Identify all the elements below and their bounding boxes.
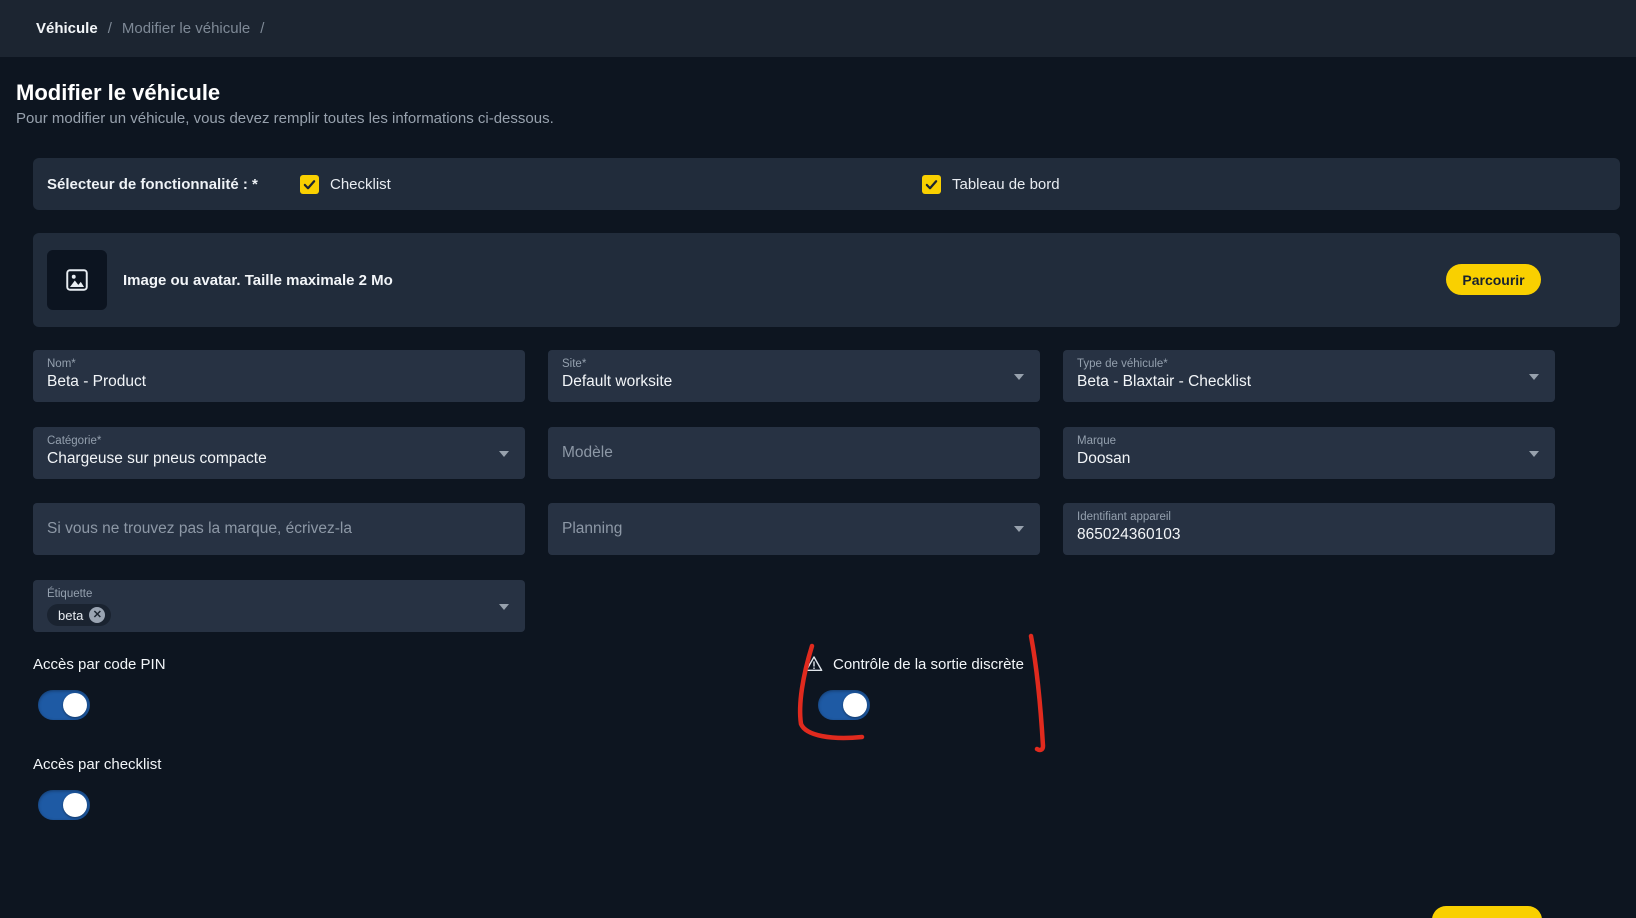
tag-select[interactable]: Étiquette beta ✕: [33, 580, 525, 632]
category-select[interactable]: Catégorie* Chargeuse sur pneus compacte: [33, 427, 525, 479]
submit-button-partial[interactable]: [1432, 906, 1542, 918]
custom-brand-placeholder: Si vous ne trouvez pas la marque, écrive…: [47, 520, 352, 538]
checkbox-tableau-de-bord[interactable]: Tableau de bord: [922, 158, 1060, 210]
chevron-down-icon: [1014, 374, 1024, 380]
pin-access-toggle[interactable]: [38, 690, 90, 720]
checkbox-checked-icon: [300, 175, 319, 194]
breadcrumb-modifier-vehicule[interactable]: Modifier le véhicule: [122, 20, 250, 37]
chevron-down-icon: [1529, 374, 1539, 380]
custom-brand-input[interactable]: Si vous ne trouvez pas la marque, écrive…: [33, 503, 525, 555]
breadcrumb-separator: /: [260, 20, 264, 37]
category-label: Catégorie*: [47, 435, 511, 447]
checkbox-checklist[interactable]: Checklist: [300, 158, 391, 210]
device-id-value: 865024360103: [1077, 526, 1541, 544]
feature-selector-label: Sélecteur de fonctionnalité : *: [47, 158, 258, 210]
chevron-down-icon: [1529, 451, 1539, 457]
model-placeholder: Modèle: [562, 444, 613, 462]
breadcrumb: Véhicule / Modifier le véhicule /: [36, 20, 264, 37]
page-title: Modifier le véhicule: [16, 80, 220, 106]
edit-vehicle-screen: Véhicule / Modifier le véhicule / Modifi…: [0, 0, 1636, 918]
category-value: Chargeuse sur pneus compacte: [47, 450, 511, 468]
discrete-output-toggle[interactable]: [818, 690, 870, 720]
feature-selector-panel: Sélecteur de fonctionnalité : * Checklis…: [33, 158, 1620, 210]
page-subtitle: Pour modifier un véhicule, vous devez re…: [16, 110, 554, 127]
checklist-access-toggle[interactable]: [38, 790, 90, 820]
planning-select[interactable]: Planning: [548, 503, 1040, 555]
checkbox-checklist-label: Checklist: [330, 176, 391, 193]
brand-value: Doosan: [1077, 450, 1541, 468]
chip-remove-icon[interactable]: ✕: [89, 607, 105, 623]
name-field-label: Nom*: [47, 358, 511, 370]
breadcrumb-vehicule[interactable]: Véhicule: [36, 20, 98, 37]
device-id-label: Identifiant appareil: [1077, 511, 1541, 523]
brand-select[interactable]: Marque Doosan: [1063, 427, 1555, 479]
tag-chip-text: beta: [58, 608, 83, 623]
pin-access-label: Accès par code PIN: [33, 656, 166, 673]
site-select-label: Site*: [562, 358, 1026, 370]
upload-instructions: Image ou avatar. Taille maximale 2 Mo: [123, 233, 393, 327]
site-select-value: Default worksite: [562, 373, 1026, 391]
topbar: Véhicule / Modifier le véhicule /: [0, 0, 1636, 57]
checklist-access-label: Accès par checklist: [33, 756, 161, 773]
chevron-down-icon: [1014, 526, 1024, 532]
brand-label: Marque: [1077, 435, 1541, 447]
toggle-knob: [63, 793, 87, 817]
chevron-down-icon: [499, 451, 509, 457]
checkbox-checked-icon: [922, 175, 941, 194]
vehicle-type-label: Type de véhicule*: [1077, 358, 1541, 370]
name-field[interactable]: Nom* Beta - Product: [33, 350, 525, 402]
checkbox-tableau-de-bord-label: Tableau de bord: [952, 176, 1060, 193]
vehicle-type-select[interactable]: Type de véhicule* Beta - Blaxtair - Chec…: [1063, 350, 1555, 402]
image-icon: [47, 250, 107, 310]
planning-placeholder: Planning: [562, 520, 622, 538]
site-select[interactable]: Site* Default worksite: [548, 350, 1040, 402]
browse-button[interactable]: Parcourir: [1446, 264, 1541, 295]
chevron-down-icon: [499, 604, 509, 610]
discrete-output-label: Contrôle de la sortie discrète: [833, 656, 1024, 673]
name-field-value: Beta - Product: [47, 373, 511, 391]
model-input[interactable]: Modèle: [548, 427, 1040, 479]
discrete-output-label-row: Contrôle de la sortie discrète: [804, 654, 1024, 674]
vehicle-type-value: Beta - Blaxtair - Checklist: [1077, 373, 1541, 391]
image-upload-panel: Image ou avatar. Taille maximale 2 Mo Pa…: [33, 233, 1620, 327]
device-id-field[interactable]: Identifiant appareil 865024360103: [1063, 503, 1555, 555]
tag-chip: beta ✕: [47, 604, 111, 626]
toggle-knob: [63, 693, 87, 717]
breadcrumb-separator: /: [108, 20, 112, 37]
toggle-knob: [843, 693, 867, 717]
warning-icon: [804, 654, 824, 674]
tag-label: Étiquette: [47, 588, 511, 600]
